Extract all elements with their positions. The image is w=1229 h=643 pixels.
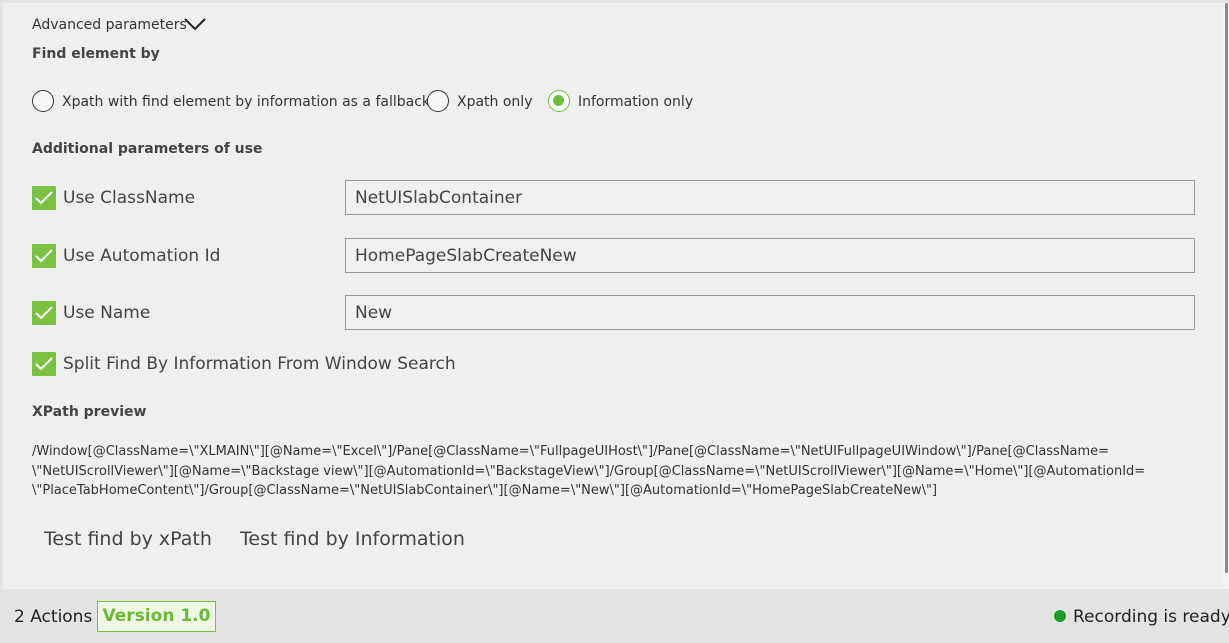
use-automation-id-label[interactable]: Use Automation Id — [63, 246, 220, 266]
radio-information-only[interactable] — [548, 90, 570, 112]
automation-id-field[interactable]: HomePageSlabCreateNew — [345, 238, 1195, 273]
use-classname-checkbox[interactable] — [32, 186, 56, 210]
recording-status: Recording is ready — [1073, 607, 1229, 627]
use-automation-id-checkbox[interactable] — [32, 244, 56, 268]
checkmark-icon — [35, 357, 53, 371]
split-find-label[interactable]: Split Find By Information From Window Se… — [63, 354, 456, 374]
use-name-checkbox[interactable] — [32, 301, 56, 325]
advanced-parameters-toggle[interactable]: Advanced parameters — [32, 17, 187, 33]
find-element-heading: Find element by — [32, 46, 160, 62]
actions-count[interactable]: 2 Actions — [14, 607, 92, 627]
use-name-label[interactable]: Use Name — [63, 303, 150, 323]
checkmark-icon — [35, 191, 53, 205]
radio-xpath-fallback-label[interactable]: Xpath with find element by information a… — [62, 94, 430, 110]
radio-information-only-label[interactable]: Information only — [578, 94, 693, 110]
name-field[interactable]: New — [345, 295, 1195, 330]
additional-parameters-heading: Additional parameters of use — [32, 141, 263, 157]
radio-xpath-fallback[interactable] — [32, 90, 54, 112]
checkmark-icon — [35, 249, 53, 263]
xpath-line: /Window[@ClassName=\"XLMAIN\"][@Name=\"E… — [32, 444, 1110, 459]
checkmark-icon — [35, 306, 53, 320]
radio-xpath-only-label[interactable]: Xpath only — [457, 94, 532, 110]
xpath-preview-heading: XPath preview — [32, 404, 147, 420]
status-dot-icon — [1054, 610, 1066, 622]
split-find-checkbox[interactable] — [32, 352, 56, 376]
use-classname-label[interactable]: Use ClassName — [63, 188, 195, 208]
status-bar: 2 Actions Version 1.0 Recording is ready — [0, 589, 1229, 643]
test-find-by-xpath-button[interactable]: Test find by xPath — [44, 528, 212, 550]
radio-xpath-only[interactable] — [427, 90, 449, 112]
chevron-down-icon[interactable] — [183, 15, 209, 35]
scrollbar-thumb[interactable] — [1225, 3, 1228, 573]
xpath-line: \"NetUIScrollViewer\"][@Name=\"Backstage… — [32, 463, 1146, 479]
test-find-by-information-button[interactable]: Test find by Information — [240, 528, 465, 550]
xpath-line: \"PlaceTabHomeContent\"]/Group[@ClassNam… — [32, 483, 938, 498]
xpath-preview-text: /Window[@ClassName=\"XLMAIN\"][@Name=\"E… — [32, 442, 1202, 501]
version-badge[interactable]: Version 1.0 — [97, 601, 216, 632]
classname-field[interactable]: NetUISlabContainer — [345, 180, 1195, 215]
